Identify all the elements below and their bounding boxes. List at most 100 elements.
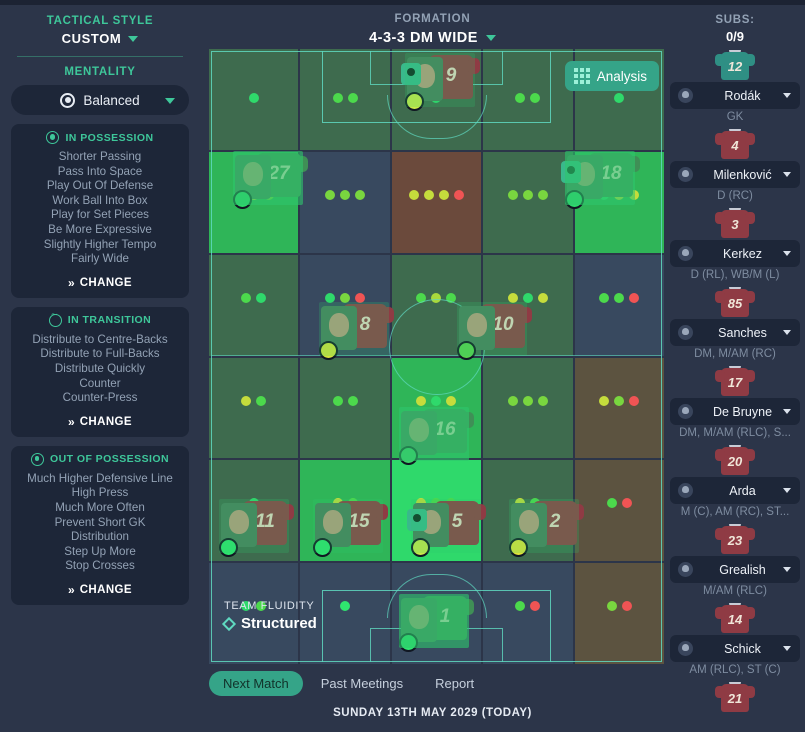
formation-dropdown[interactable]: 4-3-3 DM WIDE [200, 30, 665, 46]
pitch-zone[interactable] [209, 49, 299, 150]
zone-rating-dot [629, 395, 640, 406]
transition-icon [48, 309, 62, 327]
sub-kit-icon: 20 [714, 445, 756, 475]
pitch-player[interactable]: 2 [509, 499, 584, 557]
chevron-down-icon [783, 488, 791, 493]
pitch-section: FORMATION 4-3-3 DM WIDE 9 8 10 11 15 5 2… [200, 5, 665, 732]
instruction-item: Much More Often [55, 500, 145, 514]
sub-player-dropdown[interactable]: Kerkez [670, 240, 800, 267]
sub-number: 4 [731, 138, 739, 153]
change-button[interactable]: » CHANGE [17, 415, 183, 429]
zone-rating-dot [614, 93, 625, 103]
pitch-zone[interactable] [483, 151, 573, 253]
change-button[interactable]: » CHANGE [17, 276, 183, 290]
tab-report[interactable]: Report [421, 671, 488, 696]
pitch-player[interactable]: 15 [313, 499, 388, 557]
instruction-item: Slightly Higher Tempo [43, 237, 157, 251]
pitch-player[interactable]: 9 [401, 53, 480, 111]
pitch-zone[interactable] [391, 151, 482, 253]
sub-entry: 20 Arda M (C), AM (RC), ST... [665, 445, 805, 518]
chevron-down-icon [783, 330, 791, 335]
pitch-player[interactable]: 10 [457, 302, 532, 360]
sub-player-dropdown[interactable]: Milenković [670, 161, 800, 188]
tactical-style-dropdown[interactable]: CUSTOM [0, 31, 200, 46]
sub-number: 14 [727, 612, 743, 627]
instruction-item: Stop Crosses [65, 559, 135, 573]
pitch-player[interactable]: 11 [219, 499, 294, 557]
mentality-dial-icon [60, 92, 76, 108]
player-avatar-icon [678, 641, 693, 656]
sub-kit-icon: 12 [714, 50, 756, 80]
tab-past-meetings[interactable]: Past Meetings [307, 671, 417, 696]
zone-rating-dot [599, 395, 610, 406]
change-button-label: CHANGE [79, 276, 132, 289]
chevron-down-icon [783, 93, 791, 98]
player-highlight [405, 53, 475, 107]
pitch[interactable]: 9 27 18 8 10 [209, 49, 664, 664]
sub-player-dropdown[interactable]: Arda [670, 477, 800, 504]
zone-rating-dot [446, 292, 457, 303]
instruction-list: Much Higher Defensive Line High Press Much… [17, 472, 183, 574]
pitch-zone[interactable] [574, 460, 664, 562]
sub-player-dropdown[interactable]: Sanches [670, 319, 800, 346]
sub-entry: 85 Sanches DM, M/AM (RC) [665, 287, 805, 360]
pitch-zone[interactable] [574, 254, 664, 356]
pitch-zone[interactable] [300, 151, 390, 253]
sub-number: 3 [731, 217, 739, 232]
sub-player-position: D (RL), WB/M (L) [690, 269, 780, 281]
pitch-zone[interactable] [483, 49, 573, 150]
panel-title: IN POSSESSION [65, 131, 154, 144]
sub-player-dropdown[interactable]: Schick [670, 635, 800, 662]
player-avatar-icon [678, 404, 693, 419]
chevron-down-icon [783, 646, 791, 651]
instruction-item: High Press [71, 486, 129, 500]
zone-rating-dot [446, 395, 457, 406]
pitch-zone[interactable] [300, 49, 390, 150]
sub-number: 17 [727, 375, 743, 390]
tactical-style-value: CUSTOM [61, 31, 122, 46]
chevron-down-icon [783, 251, 791, 256]
zone-rating-dot [515, 93, 526, 103]
pitch-player[interactable]: 1 [399, 594, 474, 652]
sub-player-position: AM (RLC), ST (C) [689, 664, 781, 676]
sub-player-dropdown[interactable]: Rodák [670, 82, 800, 109]
zone-rating-dot [606, 601, 617, 612]
pitch-zone[interactable] [209, 254, 299, 356]
pitch-player[interactable]: 5 [407, 499, 486, 557]
zone-rating-dot [325, 189, 336, 200]
sub-entry: 17 De Bruyne DM, M/AM (RLC), S... [665, 366, 805, 439]
pitch-zone[interactable] [574, 563, 664, 664]
double-chevron-right-icon: » [68, 582, 75, 597]
team-fluidity[interactable]: TEAM FLUIDITY Structured [221, 600, 317, 632]
zone-rating-dot [621, 498, 632, 509]
pitch-player[interactable]: 16 [399, 407, 474, 465]
pitch-zone[interactable] [483, 563, 573, 664]
pitch-zone[interactable] [574, 357, 664, 459]
instruction-item: Distribution [71, 530, 129, 544]
change-button[interactable]: » CHANGE [17, 583, 183, 597]
pitch-player[interactable]: 8 [319, 302, 394, 360]
team-fluidity-label: TEAM FLUIDITY [224, 600, 315, 612]
pitch-zone[interactable] [300, 357, 390, 459]
sub-kit-icon: 23 [714, 524, 756, 554]
sub-player-dropdown[interactable]: Grealish [670, 556, 800, 583]
player-highlight [219, 499, 289, 553]
pitch-player[interactable]: 27 [233, 151, 308, 209]
pitch-player[interactable]: 18 [561, 151, 640, 209]
mentality-dropdown[interactable]: Balanced [11, 85, 189, 115]
sub-player-position: M (C), AM (RC), ST... [680, 506, 790, 518]
sub-entry: 14 Schick AM (RLC), ST (C) [665, 603, 805, 676]
zone-rating-dot [614, 292, 625, 303]
zone-rating-dot [537, 189, 548, 200]
pitch-zone[interactable] [483, 357, 573, 459]
tab-label: Report [435, 676, 475, 691]
sub-kit-icon: 4 [714, 129, 756, 159]
chevron-down-icon [128, 35, 139, 42]
sub-player-dropdown[interactable]: De Bruyne [670, 398, 800, 425]
pitch-zone[interactable] [209, 357, 299, 459]
zone-rating-dot [621, 601, 632, 612]
tab-next-match[interactable]: Next Match [209, 671, 303, 696]
panel-in-possession: IN POSSESSION Shorter Passing Pass Into S… [11, 124, 189, 298]
sub-number: 23 [727, 533, 743, 548]
analysis-button[interactable]: Analysis [564, 61, 659, 91]
